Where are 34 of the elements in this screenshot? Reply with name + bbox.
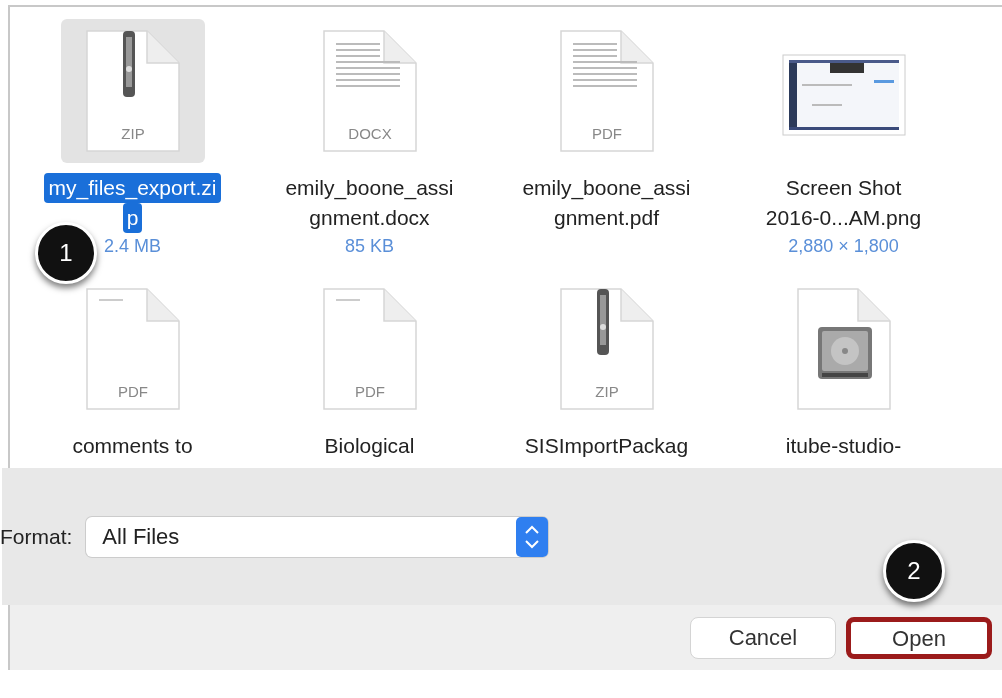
file-name[interactable]: SISImportPackag [520, 431, 693, 461]
screenshot-thumbnail-icon [781, 54, 906, 136]
file-detail: 2,880 × 1,800 [788, 235, 899, 258]
document-icon: ZIP [84, 29, 181, 153]
format-label: Format: [0, 523, 73, 550]
file-name[interactable]: Biological [320, 431, 419, 461]
file-icon-tile[interactable]: ZIP [534, 277, 679, 421]
file-icon-tile[interactable]: DOCX [297, 19, 442, 163]
dialog-button[interactable]: Open [846, 616, 992, 659]
file-name[interactable]: gnment.pdf [549, 203, 664, 233]
file-name[interactable]: gnment.docx [305, 203, 434, 233]
file-name[interactable]: emily_boone_assi [281, 173, 458, 203]
format-dropdown[interactable]: All Files [86, 516, 549, 557]
file-name[interactable]: 2016-0...AM.png [761, 203, 926, 233]
dialog-button[interactable]: Cancel [690, 616, 836, 659]
step-number-badge: 1 [35, 222, 97, 284]
file-icon-tile[interactable]: PDF [297, 277, 442, 421]
file-icon-tile[interactable]: PDF [534, 19, 679, 163]
document-icon: DOCX [321, 29, 418, 153]
file-detail: 85 KB [344, 235, 394, 258]
file-name[interactable]: itube-studio- [781, 431, 906, 461]
file-name[interactable]: my_files_export.zi [44, 173, 221, 203]
file-name[interactable]: p [122, 203, 143, 233]
stepper-arrows-icon [516, 516, 549, 557]
document-icon [795, 287, 892, 411]
file-name[interactable]: emily_boone_assi [518, 173, 695, 203]
document-icon: ZIP [558, 287, 655, 411]
file-icon-tile[interactable]: ZIP [60, 19, 205, 163]
document-icon: PDF [321, 287, 418, 411]
document-icon: PDF [84, 287, 181, 411]
file-name[interactable]: comments to [68, 431, 197, 461]
document-icon: PDF [558, 29, 655, 153]
file-detail: 2.4 MB [104, 235, 161, 258]
file-name[interactable]: Screen Shot [781, 173, 906, 203]
